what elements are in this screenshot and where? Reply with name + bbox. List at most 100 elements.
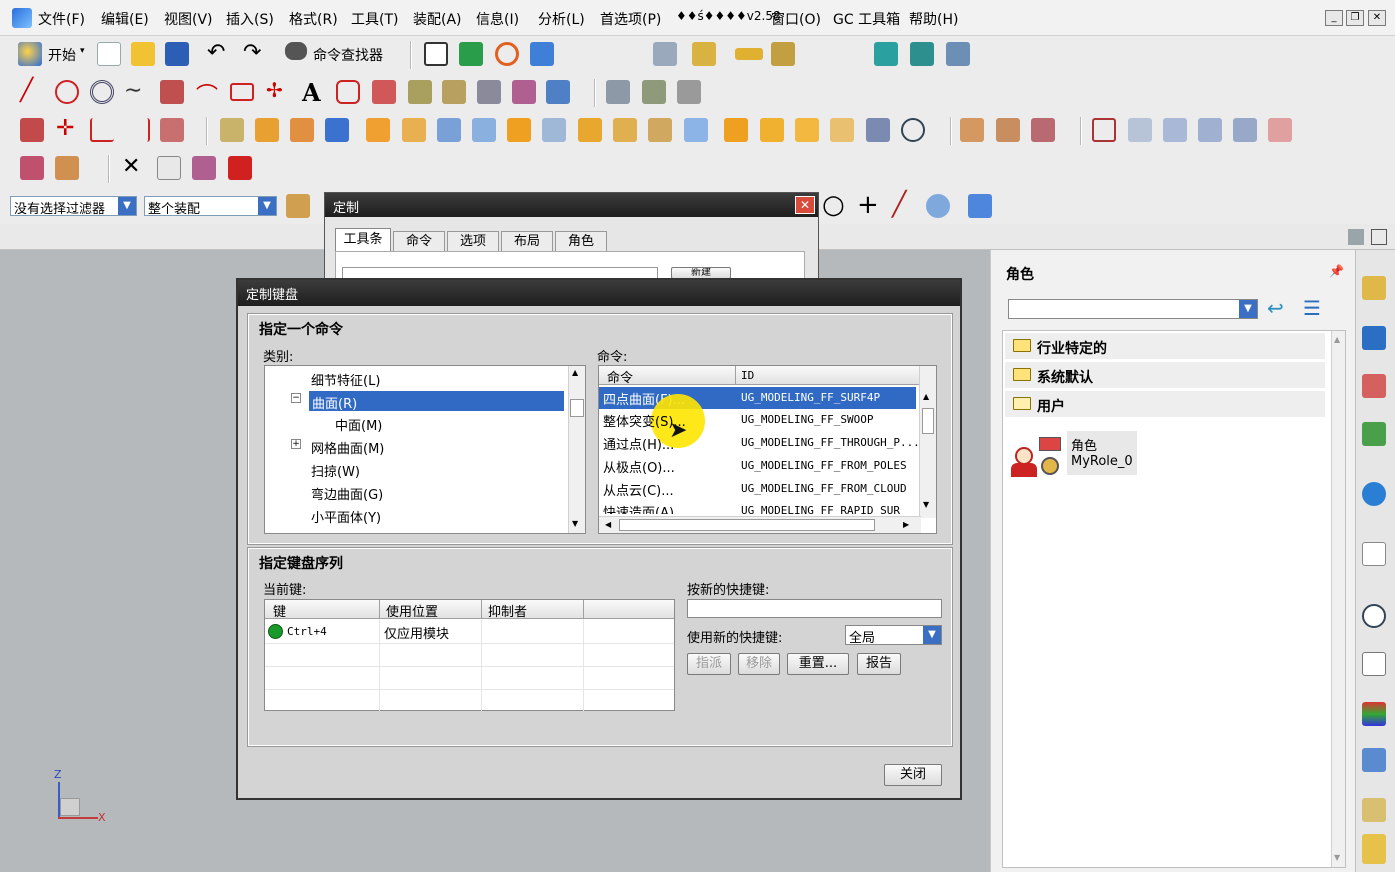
corner-icon[interactable] [90,118,114,142]
intersect-icon[interactable] [1031,118,1055,142]
report-button[interactable]: 报告 [857,653,901,675]
scroll-down-icon[interactable]: ▼ [923,500,929,509]
location-column-header[interactable]: 使用位置 [386,601,438,620]
roles-icon[interactable] [1362,798,1386,822]
new-shortcut-input[interactable] [687,599,942,618]
layers-icon[interactable] [653,42,677,66]
pull-face-icon[interactable] [55,156,79,180]
revolve-icon[interactable] [290,118,314,142]
tab-roles[interactable]: 角色 [555,231,607,252]
manufacturing-wizard-icon[interactable] [1362,748,1386,772]
curve-edit-icon[interactable] [606,80,630,104]
scroll-thumb[interactable] [570,399,584,417]
general-selection-icon[interactable] [286,194,310,218]
sketch-icon[interactable] [220,118,244,142]
role-item[interactable]: 角色 MyRole_0 [1011,431,1137,481]
folder-row[interactable]: 用户 [1005,391,1325,417]
id-column-header[interactable]: ID [741,369,754,382]
menu-help[interactable]: 帮助(H) [909,9,958,29]
cross-snap-icon[interactable]: + [857,190,879,220]
pad-icon[interactable] [472,118,496,142]
spline-icon[interactable]: ∼ [124,78,142,103]
arc-icon[interactable] [55,80,79,104]
point-icon[interactable]: ✢ [266,78,283,102]
command-hscrollbar[interactable]: ◀ ▶ [599,516,921,533]
wrap-curve-icon[interactable] [512,80,536,104]
text-icon[interactable]: A [302,78,321,107]
tree-item[interactable]: 中面(M) [265,413,585,435]
command-finder-icon[interactable] [285,42,307,60]
reset-button[interactable]: 重置... [787,653,849,675]
through-mesh-icon[interactable] [1128,118,1152,142]
tab-layout[interactable]: 布局 [501,231,553,252]
emboss-icon[interactable] [648,118,672,142]
unite-icon[interactable] [960,118,984,142]
command-vscrollbar[interactable]: ▲ ▼ [919,366,936,518]
info-point-icon[interactable] [157,156,181,180]
curve-trim-icon[interactable] [677,80,701,104]
command-column-header[interactable]: 命令 [607,367,633,386]
tree-item[interactable]: 扫掠(W) [265,459,585,481]
redo-icon[interactable]: ↷ [243,40,261,65]
through-curves-icon[interactable] [1092,118,1116,142]
shell-icon[interactable] [866,118,890,142]
hscroll-thumb[interactable] [619,519,875,531]
close-button[interactable]: 关闭 [884,764,942,786]
undo-icon[interactable]: ↶ [207,40,225,65]
scroll-down-icon[interactable]: ▼ [1334,853,1340,862]
trim-icon[interactable] [20,118,44,142]
menu-window[interactable]: 窗口(O) [771,9,821,29]
chevron-down-icon[interactable]: ▼ [1239,300,1257,318]
bridge-curve-icon[interactable] [408,80,432,104]
start-button-label[interactable]: 开始 [48,45,76,65]
slot-icon[interactable] [507,118,531,142]
project-curve-icon[interactable] [372,80,396,104]
key-column-header[interactable]: 键 [273,601,286,620]
internet-explorer-icon[interactable] [1362,482,1386,506]
command-row[interactable]: 快速造面(A) UG_MODELING_FF_RAPID_SUR [599,500,916,514]
scroll-left-icon[interactable]: ◀ [605,520,611,529]
menu-gc-toolbox[interactable]: GC 工具箱 [833,9,900,29]
pin-icon[interactable]: 📌 [1329,264,1344,278]
selection-filter-select[interactable]: 没有选择过滤器 ▼ [10,196,137,217]
open-folder-icon[interactable] [131,42,155,66]
hole-icon[interactable] [366,118,390,142]
offset-face-icon[interactable] [684,118,708,142]
stretch-icon[interactable] [126,118,150,142]
view-sphere-icon[interactable] [926,194,950,218]
measure-icon[interactable] [771,42,795,66]
view-cube-icon[interactable] [968,194,992,218]
folder-row[interactable]: 系统默认 [1005,362,1325,388]
line-snap-icon[interactable]: ╱ [892,190,906,218]
rib-icon[interactable] [578,118,602,142]
curve-length-icon[interactable] [642,80,666,104]
expand-icon[interactable]: + [291,439,301,449]
tab-options[interactable]: 选项 [447,231,499,252]
ruler-icon[interactable] [735,48,763,60]
scroll-down-icon[interactable]: ▼ [572,519,578,528]
reuse-library-icon[interactable] [1362,422,1386,446]
block-icon[interactable] [325,118,349,142]
circle-snap-icon[interactable]: ○ [822,190,845,220]
constraint-navigator-icon[interactable] [1362,326,1386,350]
save-icon[interactable] [165,42,189,66]
menu-analysis[interactable]: 分析(L) [538,9,585,29]
helix-icon[interactable] [90,80,114,104]
clock-icon[interactable] [1362,604,1386,628]
folder-row[interactable]: 行业特定的 [1005,333,1325,359]
menu-info[interactable]: 信息(I) [476,9,519,29]
divide-icon[interactable]: ✛ [56,116,74,141]
scroll-right-icon[interactable]: ▶ [903,520,909,529]
assembly-scope-select[interactable]: 整个装配 ▼ [144,196,277,217]
tab-toolbars[interactable]: 工具条 [335,228,391,252]
edge-blend-icon[interactable] [724,118,748,142]
sphere-icon[interactable] [901,118,925,142]
boss-icon[interactable] [402,118,426,142]
command-row[interactable]: 从极点(O)... UG_MODELING_FF_FROM_POLES [599,455,916,477]
list-view-icon[interactable]: ☰ [1303,296,1321,320]
pocket-icon[interactable] [437,118,461,142]
minimize-button[interactable]: _ [1325,10,1343,26]
polygon-icon[interactable] [336,80,360,104]
role-tree-scrollbar[interactable]: ▲ ▼ [1331,331,1345,867]
tree-item[interactable]: + 网格曲面(M) [265,436,585,458]
